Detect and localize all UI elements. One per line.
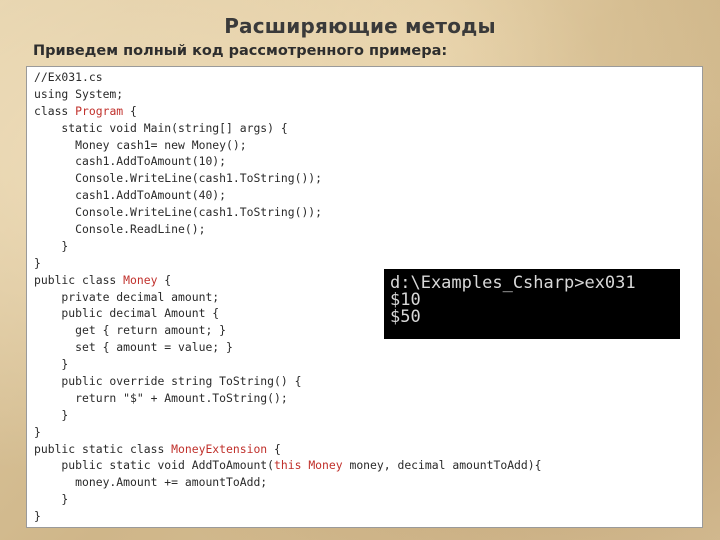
code-text: } — [34, 407, 69, 422]
slide-title: Расширяющие методы — [224, 14, 496, 38]
code-line: public override string ToString() { — [34, 373, 541, 390]
code-text: } — [34, 357, 69, 372]
code-line: Console.WriteLine(cash1.ToString()); — [34, 204, 541, 221]
code-line: money.Amount += amountToAdd; — [34, 474, 541, 491]
code-text: cash1.AddToAmount(40); — [34, 188, 227, 203]
code-line: cash1.AddToAmount(40); — [34, 187, 541, 204]
code-text: money.Amount += amountToAdd; — [34, 475, 268, 490]
console-line: d:\Examples_Csharp>ex031 — [390, 273, 636, 293]
code-line: } — [34, 238, 541, 255]
code-line: public static void AddToAmount(this Mone… — [34, 457, 541, 474]
code-keyword: Program — [75, 103, 124, 118]
code-text: Console.WriteLine(cash1.ToString()); — [34, 205, 323, 220]
code-line: } — [34, 407, 541, 424]
code-keyword: Money — [123, 272, 158, 287]
code-line: } — [34, 491, 541, 508]
code-text: cash1.AddToAmount(10); — [34, 154, 227, 169]
code-text: public class — [34, 272, 124, 287]
code-line: using System; — [34, 86, 541, 103]
code-text: private decimal amount; — [34, 289, 220, 304]
code-line: Console.ReadLine(); — [34, 221, 541, 238]
code-text: Console.ReadLine(); — [34, 222, 206, 237]
code-line: set { amount = value; } — [34, 339, 541, 356]
code-line: } — [34, 424, 541, 441]
code-line: return "$" + Amount.ToString(); — [34, 390, 541, 407]
code-line: static void Main(string[] args) { — [34, 120, 541, 137]
code-text: } — [34, 492, 69, 507]
code-text: Console.WriteLine(cash1.ToString()); — [34, 171, 323, 186]
code-text: //Ex031.cs — [34, 70, 103, 84]
code-text: } — [34, 424, 41, 439]
code-text: public static void AddToAmount( — [34, 458, 275, 473]
code-text: return "$" + Amount.ToString(); — [34, 390, 288, 405]
code-text: set { amount = value; } — [34, 340, 233, 355]
code-text: } — [34, 255, 41, 270]
code-text: class — [34, 103, 76, 118]
code-text: } — [34, 509, 41, 524]
code-text: static void Main(string[] args) { — [34, 120, 288, 135]
code-text: { — [157, 272, 172, 287]
code-line: Money cash1= new Money(); — [34, 137, 541, 154]
code-text: using System; — [34, 86, 124, 101]
console-line: $10 — [390, 290, 421, 310]
code-line: public static class MoneyExtension { — [34, 441, 541, 458]
code-line: //Ex031.cs — [34, 69, 541, 86]
code-text: } — [34, 238, 69, 253]
code-text: money, decimal amountToAdd){ — [342, 458, 542, 473]
code-keyword: this Money — [274, 458, 343, 473]
slide-subtitle: Приведем полный код рассмотренного приме… — [33, 43, 448, 59]
code-text: { — [267, 441, 281, 456]
console-output-window: d:\Examples_Csharp>ex031 $10 $50 — [384, 269, 680, 339]
code-text: public decimal Amount { — [34, 306, 220, 321]
code-line: Console.WriteLine(cash1.ToString()); — [34, 170, 541, 187]
code-text: get { return amount; } — [34, 323, 227, 338]
code-text: { — [123, 103, 137, 118]
code-text: public override string ToString() { — [34, 374, 302, 389]
console-line: $50 — [390, 307, 421, 327]
code-text: public static class — [34, 441, 172, 456]
code-line: } — [34, 356, 541, 373]
code-line: } — [34, 508, 541, 525]
code-line: cash1.AddToAmount(10); — [34, 153, 541, 170]
code-keyword: MoneyExtension — [171, 441, 268, 456]
code-line: class Program { — [34, 103, 541, 120]
code-text: Money cash1= new Money(); — [34, 137, 247, 152]
